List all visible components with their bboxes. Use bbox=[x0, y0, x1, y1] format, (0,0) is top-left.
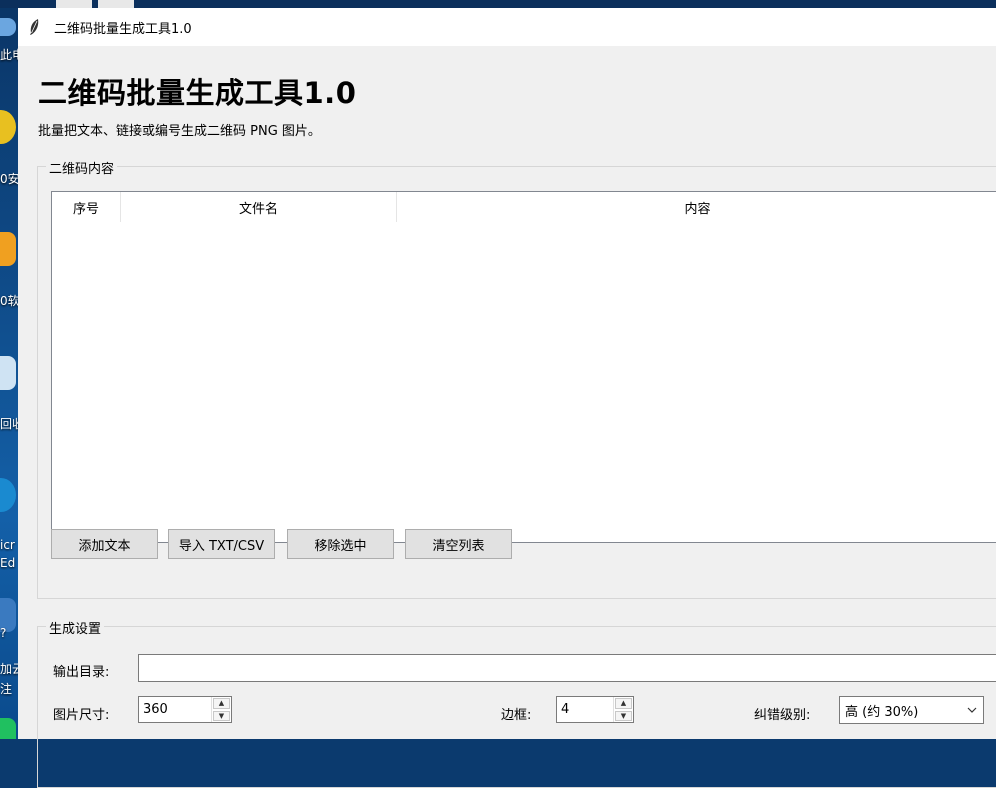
image-size-spinbox[interactable]: 360 ▲ ▼ bbox=[138, 696, 232, 723]
column-header-filename[interactable]: 文件名 bbox=[121, 192, 397, 222]
content-group: 二维码内容 序号 文件名 内容 添加文本 导入 TXT/CSV 移除选中 清空列… bbox=[37, 158, 996, 599]
clear-list-button[interactable]: 清空列表 bbox=[405, 529, 512, 559]
desktop-label: 此电 bbox=[0, 48, 18, 62]
software-app-icon[interactable] bbox=[0, 232, 16, 266]
desktop-tab bbox=[98, 0, 134, 8]
spin-arrows: ▲ ▼ bbox=[211, 697, 231, 722]
desktop-label: 回收 bbox=[0, 417, 18, 431]
desktop-label: 注 bbox=[0, 682, 13, 696]
content-group-label: 二维码内容 bbox=[46, 158, 118, 177]
column-header-content[interactable]: 内容 bbox=[397, 192, 996, 222]
desktop-label: ? bbox=[0, 626, 7, 640]
spin-up-icon[interactable]: ▲ bbox=[213, 698, 230, 709]
error-correction-label: 纠错级别: bbox=[754, 708, 811, 723]
border-spinbox[interactable]: 4 ▲ ▼ bbox=[556, 696, 634, 723]
recycle-bin-icon[interactable] bbox=[0, 356, 16, 390]
settings-group-label: 生成设置 bbox=[46, 618, 105, 637]
chevron-down-icon bbox=[961, 707, 983, 713]
app-icon[interactable] bbox=[0, 718, 16, 739]
output-dir-label: 输出目录: bbox=[53, 665, 110, 680]
page-subtitle: 批量把文本、链接或编号生成二维码 PNG 图片。 bbox=[38, 124, 321, 139]
feather-icon bbox=[28, 18, 48, 36]
border-value: 4 bbox=[561, 702, 570, 717]
desktop-tab bbox=[56, 0, 92, 8]
remove-selected-button[interactable]: 移除选中 bbox=[287, 529, 394, 559]
image-size-value: 360 bbox=[143, 702, 168, 717]
spin-down-icon[interactable]: ▼ bbox=[615, 710, 632, 721]
desktop-label: 加云 bbox=[0, 662, 18, 676]
page-title: 二维码批量生成工具1.0 bbox=[38, 76, 357, 110]
desktop-background: 此电 0安 0软 回收 icr Ed ? 加云 注 bbox=[0, 0, 18, 739]
spin-up-icon[interactable]: ▲ bbox=[615, 698, 632, 709]
desktop-label: icr bbox=[0, 538, 15, 552]
table-header: 序号 文件名 内容 bbox=[52, 192, 996, 222]
security-app-icon[interactable] bbox=[0, 110, 16, 144]
window-title: 二维码批量生成工具1.0 bbox=[54, 21, 192, 37]
add-text-button[interactable]: 添加文本 bbox=[51, 529, 158, 559]
computer-icon[interactable] bbox=[0, 18, 16, 36]
image-size-label: 图片尺寸: bbox=[53, 708, 110, 723]
main-content: 二维码批量生成工具1.0 批量把文本、链接或编号生成二维码 PNG 图片。 二维… bbox=[18, 46, 996, 788]
desktop-label: 0安 bbox=[0, 172, 18, 186]
spin-down-icon[interactable]: ▼ bbox=[213, 710, 230, 721]
output-dir-input[interactable] bbox=[138, 654, 996, 682]
edge-browser-icon[interactable] bbox=[0, 478, 16, 512]
content-table[interactable]: 序号 文件名 内容 bbox=[51, 191, 996, 543]
border-label: 边框: bbox=[501, 708, 532, 723]
spin-arrows: ▲ ▼ bbox=[613, 697, 633, 722]
import-file-button[interactable]: 导入 TXT/CSV bbox=[168, 529, 275, 559]
desktop-label: 0软 bbox=[0, 294, 18, 308]
desktop-top-strip bbox=[0, 0, 996, 8]
title-bar[interactable]: 二维码批量生成工具1.0 bbox=[18, 8, 996, 46]
desktop-label: Ed bbox=[0, 556, 16, 570]
error-correction-value: 高 (约 30%) bbox=[845, 704, 919, 720]
app-window: 二维码批量生成工具1.0 二维码批量生成工具1.0 批量把文本、链接或编号生成二… bbox=[18, 8, 996, 788]
settings-group: 生成设置 输出目录: 图片尺寸: 360 ▲ ▼ 边框: 4 ▲ ▼ 纠错级别: bbox=[37, 618, 996, 788]
column-header-index[interactable]: 序号 bbox=[52, 192, 121, 222]
error-correction-select[interactable]: 高 (约 30%) bbox=[839, 696, 984, 724]
